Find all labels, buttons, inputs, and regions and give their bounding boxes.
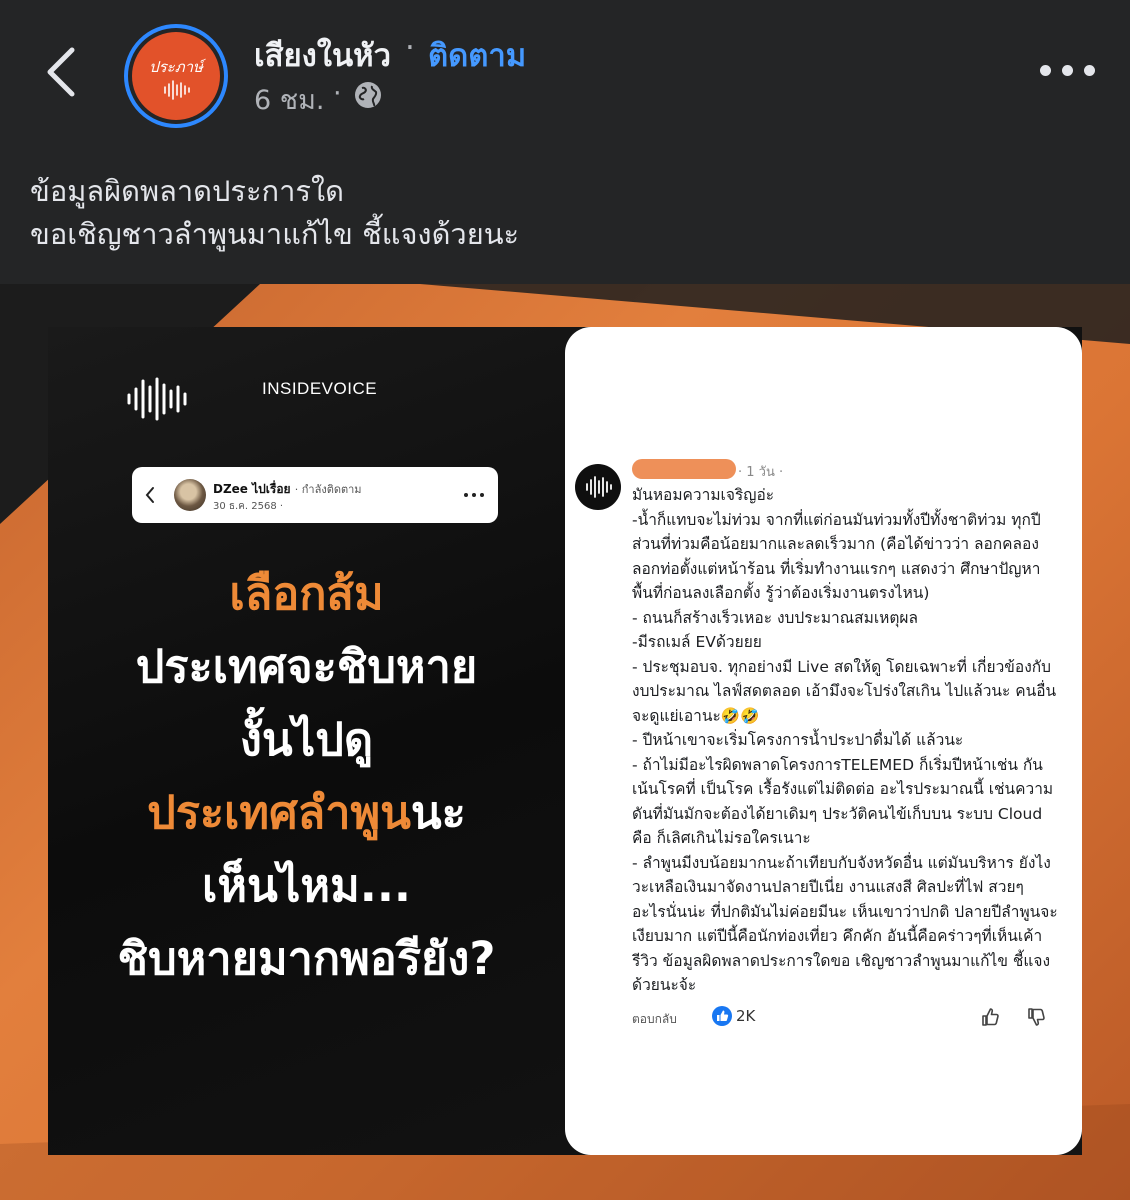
headline-white-part: นะ [410, 786, 466, 839]
thumb-up-icon [982, 1008, 999, 1026]
post-caption: ข้อมูลผิดพลาดประการใด ขอเชิญชาวลำพูนมาแก… [30, 170, 1100, 256]
more-options-icon[interactable] [1040, 62, 1096, 80]
headline-line: งั้นไปดู [239, 713, 374, 766]
comment-line: -น้ำก็แทบจะไม่ท่วม จากที่แต่ก่อนมันท่วมท… [632, 510, 1041, 603]
post-time[interactable]: 6 ชม. [254, 78, 324, 121]
post-image[interactable]: INSIDEVOICE DZee ไปเรื่อย · กำลังติดตาม … [0, 284, 1130, 1200]
waveform-icon [586, 476, 612, 498]
chevron-left-icon [145, 487, 154, 503]
meta-separator: · [333, 78, 342, 109]
back-chevron-icon[interactable] [42, 42, 92, 102]
avatar-logo-icon: ประภาษ์ [149, 58, 206, 100]
reply-link: ตอบกลับ [632, 1012, 677, 1026]
page-avatar[interactable]: ประภาษ์ [124, 24, 228, 128]
comment-line: -มีรถเมล์ EVด้วยยย [632, 633, 762, 651]
embedded-author: DZee ไปเรื่อย [213, 482, 291, 496]
headline-line: เลือกส้ม [229, 567, 384, 620]
svg-text:ประภาษ์: ประภาษ์ [149, 58, 206, 76]
comment-time: · 1 วัน · [738, 465, 784, 480]
avatar [174, 479, 206, 511]
embedded-post-header: DZee ไปเรื่อย · กำลังติดตาม 30 ธ.ค. 2568… [132, 467, 498, 523]
comment-actions: ตอบกลับ 2K [632, 1004, 1052, 1034]
page-name[interactable]: เสียงในหัว [254, 30, 391, 80]
comment-line: - ถ้าไม่มีอะไรผิดพลาดโครงการTELEMED ก็เร… [632, 755, 1054, 848]
thumb-down-icon [1028, 1008, 1045, 1026]
headline-line: เห็นไหม... [201, 859, 412, 912]
comment-line: - ปีหน้าเขาจะเริ่มโครงการน้ำประปาดื่มได้… [632, 731, 964, 749]
comment-body: มันหอมความเจริญอ่ะ -น้ำก็แทบจะไม่ท่วม จา… [632, 483, 1062, 998]
waveform-icon [127, 377, 187, 421]
quote-card: INSIDEVOICE DZee ไปเรื่อย · กำลังติดตาม … [48, 327, 1082, 1155]
caption-line: ขอเชิญชาวลำพูนมาแก้ไข ชี้แจงด้วยนะ [30, 217, 520, 251]
follow-button[interactable]: ติดตาม [428, 30, 526, 80]
like-badge-icon [712, 1006, 732, 1026]
page-avatar-image: ประภาษ์ [132, 32, 220, 120]
brand-name: INSIDEVOICE [262, 379, 378, 398]
more-options-icon [464, 493, 484, 499]
embedded-date: 30 ธ.ค. 2568 · [213, 501, 284, 512]
headline-orange-part: ประเทศลำพูน [147, 786, 411, 839]
headline-line-mixed: ประเทศลำพูนนะ [48, 776, 565, 849]
embedded-follow-status: · กำลังติดตาม [294, 483, 362, 496]
comment-line: - ลำพูนมีงบน้อยมากนะถ้าเทียบกับจังหวัดอื… [632, 853, 1058, 995]
headline-line: ชิบหายมากพอรียัง? [117, 932, 496, 985]
comment-line: มันหอมความเจริญอ่ะ [632, 486, 775, 504]
commenter-avatar [575, 464, 621, 510]
caption-line: ข้อมูลผิดพลาดประการใด [30, 174, 344, 208]
header-separator: · [405, 30, 415, 66]
globe-icon [355, 82, 381, 108]
comment-screenshot: · 1 วัน · มันหอมความเจริญอ่ะ -น้ำก็แทบจะ… [565, 327, 1082, 1155]
comment-line: - ประชุมอบจ. ทุกอย่างมี Live สดให้ดู โดย… [632, 657, 1057, 725]
headline-line: ประเทศจะชิบหาย [135, 640, 478, 693]
redacted-commenter-name [632, 459, 736, 479]
post-header: ประภาษ์ เสียงในหัว · ติดตาม 6 ชม. · [0, 0, 1130, 150]
like-count: 2K [736, 1007, 756, 1025]
embedded-author-name: DZee ไปเรื่อย · กำลังติดตาม [213, 480, 362, 499]
comment-line: - ถนนก็สร้างเร็วเหอะ งบประมาณสมเหตุผล [632, 608, 918, 627]
headline: เลือกส้ม ประเทศจะชิบหาย งั้นไปดู ประเทศล… [48, 557, 565, 995]
